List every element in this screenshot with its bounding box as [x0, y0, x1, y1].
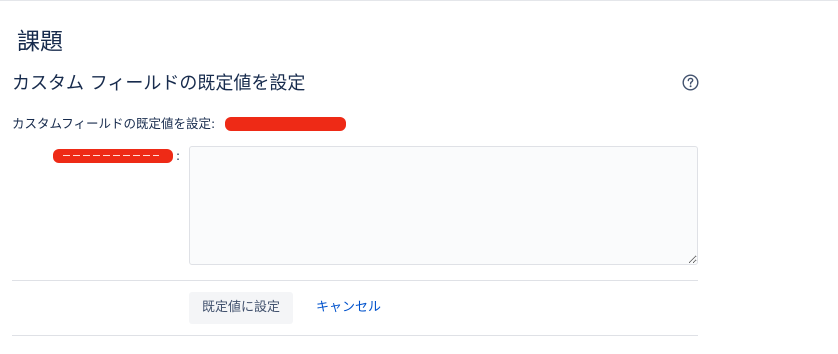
cancel-button[interactable]: キャンセル: [305, 292, 392, 324]
top-divider: [0, 0, 838, 1]
field-label-colon: :: [176, 149, 181, 163]
default-value-textarea[interactable]: [189, 146, 698, 265]
form-divider-bottom: [12, 335, 698, 336]
form-divider-top: [12, 280, 698, 281]
redacted-field-label: [53, 149, 173, 163]
set-default-button[interactable]: 既定値に設定: [189, 292, 293, 324]
section-title: 課題: [17, 29, 63, 55]
dialog-heading: カスタム フィールドの既定値を設定: [12, 73, 306, 94]
field-description: カスタムフィールドの既定値を設定:: [12, 116, 216, 131]
question-circle-icon[interactable]: [682, 74, 699, 91]
page: 課題 カスタム フィールドの既定値を設定 カスタムフィールドの既定値を設定: :…: [0, 0, 838, 354]
redacted-field-name: [225, 117, 346, 131]
field-label: :: [53, 149, 180, 163]
